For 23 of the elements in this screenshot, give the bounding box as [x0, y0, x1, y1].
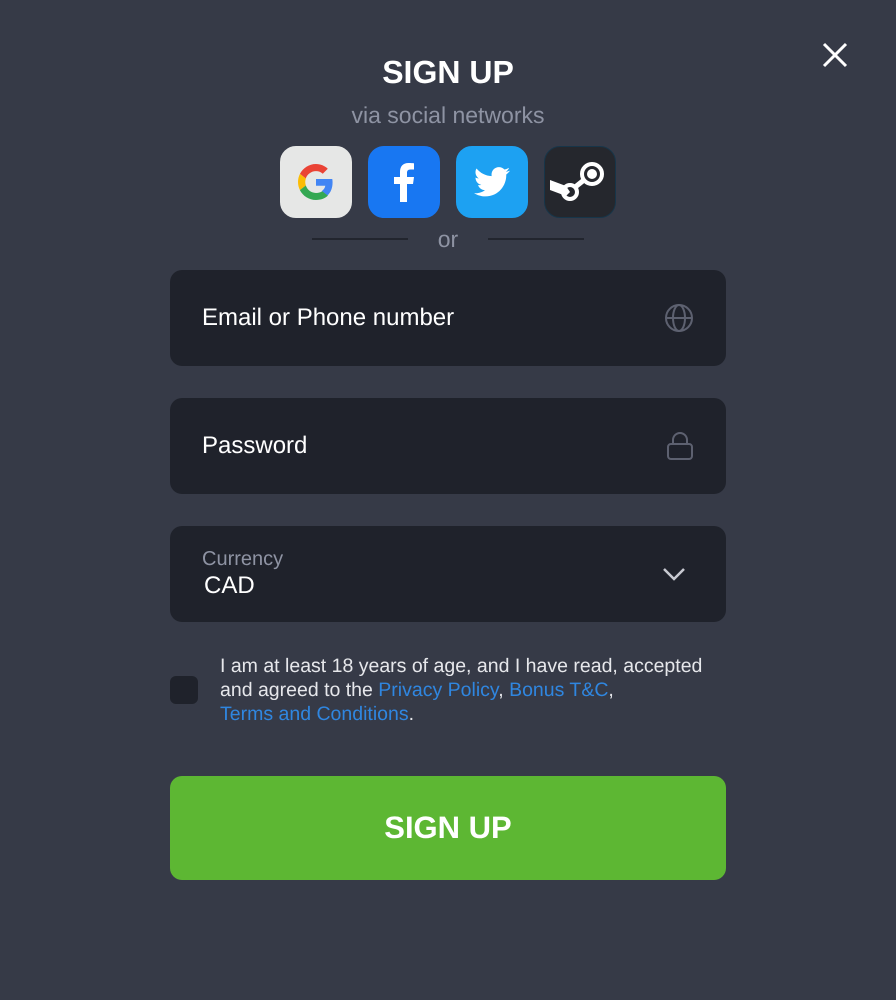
policy-link[interactable]: Bonus T&C	[509, 679, 608, 701]
twitter-button[interactable]	[456, 146, 528, 218]
currency-select[interactable]: Currency CAD	[170, 526, 726, 622]
policy-link[interactable]: Terms and Conditions	[220, 703, 409, 725]
globe-icon	[664, 303, 694, 333]
social-subtitle: via social networks	[351, 101, 545, 130]
google-button[interactable]	[280, 146, 352, 218]
close-button[interactable]	[820, 40, 850, 70]
twitter-icon	[474, 167, 510, 197]
facebook-button[interactable]	[368, 146, 440, 218]
agreement-checkbox[interactable]	[170, 676, 198, 704]
facebook-icon	[393, 162, 415, 202]
dialog-title: SIGN UP	[382, 53, 514, 92]
google-icon	[298, 164, 334, 200]
lock-icon	[666, 431, 694, 461]
sign-up-button[interactable]: SIGN UP	[170, 776, 726, 880]
password-field[interactable]: Password	[170, 398, 726, 494]
policy-link[interactable]: Privacy Policy	[378, 679, 498, 701]
email-field[interactable]: Email or Phone number	[170, 270, 726, 366]
steam-button[interactable]	[544, 146, 616, 218]
or-label: or	[438, 226, 458, 252]
chevron-down-icon	[662, 567, 686, 581]
agreement-text: I am at least 18 years of age, and I have read, accepted and agreed to the Privacy Policy, Bonus T&C, Terms and Conditions.	[220, 654, 704, 726]
